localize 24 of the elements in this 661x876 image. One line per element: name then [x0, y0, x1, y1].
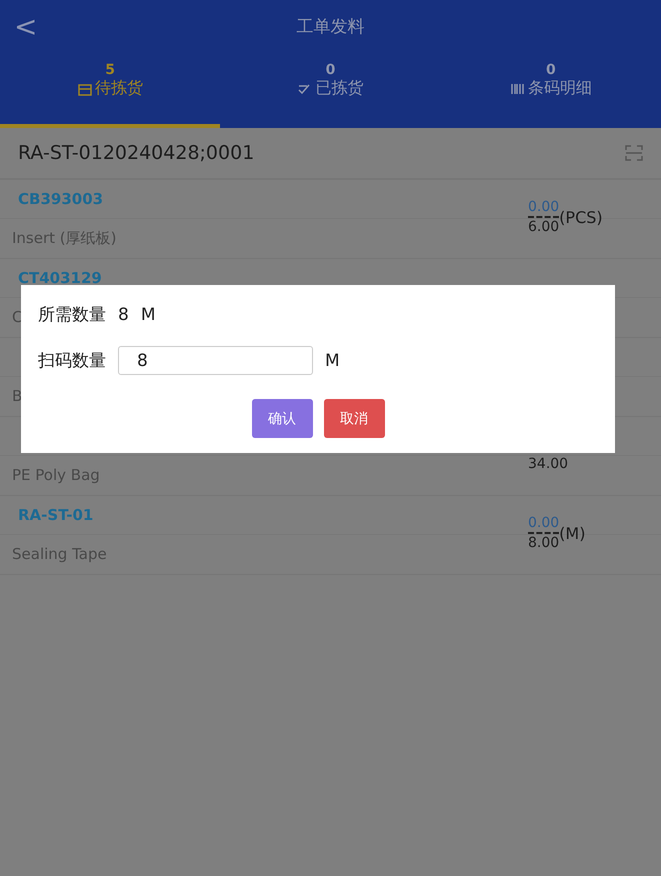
back-button[interactable]: < [8, 10, 44, 43]
picked-quantity: 0.00 [528, 514, 560, 534]
scan-quantity-label: 扫码数量 [38, 350, 106, 372]
page-title: 工单发料 [296, 16, 364, 38]
scan-field[interactable]: RA-ST-0120240428;0001 [18, 142, 418, 164]
item-code: CT403129 [18, 269, 102, 287]
cancel-button[interactable]: 取消 [324, 399, 384, 438]
required-quantity: 8.00 [528, 534, 560, 552]
tab[interactable]: 0 条码明细 [440, 52, 661, 128]
unit-label: (M) [559, 524, 586, 542]
item-code: CB393003 [18, 190, 104, 208]
required-value: 8 [118, 304, 129, 324]
unit-label: (PCS) [559, 208, 603, 226]
required-quantity: 34.00 [528, 455, 568, 473]
scan-quantity-unit: M [325, 350, 340, 370]
required-unit: M [140, 304, 156, 324]
required-label: 所需数量 [38, 304, 106, 326]
confirm-button[interactable]: 确认 [252, 399, 312, 438]
scan-quantity-field[interactable]: 8 [118, 346, 313, 375]
picked-quantity: 0.00 [528, 198, 560, 218]
scan-icon[interactable] [625, 145, 643, 161]
tab[interactable]: 0 已拣货 [220, 52, 441, 128]
item-code: RA-ST-01 [18, 506, 94, 524]
required-quantity: 6.00 [528, 218, 560, 236]
